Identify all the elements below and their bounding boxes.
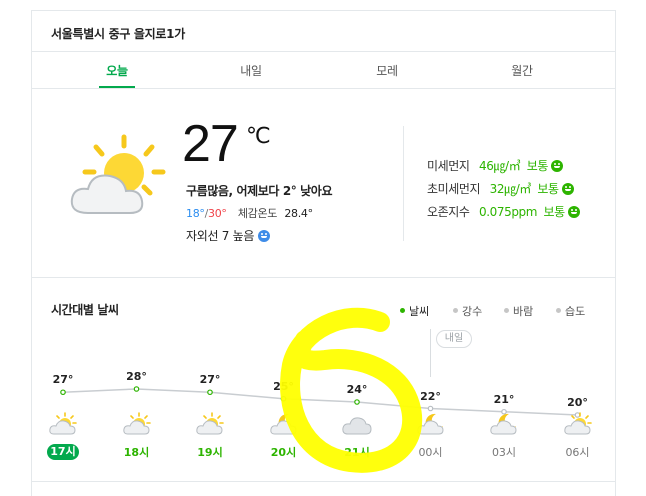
hour-temperature: 28° bbox=[126, 370, 147, 383]
hour-temperature: 24° bbox=[346, 383, 368, 396]
divider bbox=[32, 88, 615, 89]
hour-label[interactable]: 03시 bbox=[488, 444, 520, 460]
tab-tomorrow[interactable]: 내일 bbox=[211, 62, 291, 79]
feels-like-label: 체감온도 bbox=[237, 207, 278, 220]
max-temperature: 30° bbox=[208, 207, 227, 220]
sun-cloud-icon bbox=[122, 412, 152, 438]
current-hour-label[interactable]: 17시 bbox=[47, 444, 79, 460]
day-tabs: 오늘 내일 모레 월간 bbox=[32, 52, 615, 89]
air-row-ultrafine-dust[interactable]: 초미세먼지 32㎍/㎥ 보통 bbox=[427, 180, 575, 197]
min-temperature: 18° bbox=[186, 207, 205, 220]
sun-cloud-icon bbox=[48, 412, 78, 438]
neutral-face-icon bbox=[568, 206, 581, 218]
temperature-point bbox=[60, 389, 66, 396]
air-value: 46㎍/㎥ bbox=[478, 159, 521, 173]
legend-label: 날씨 bbox=[409, 305, 430, 318]
legend-dot bbox=[400, 308, 405, 313]
tomorrow-tag: 내일 bbox=[436, 330, 472, 348]
air-label: 오존지수 bbox=[427, 205, 470, 219]
neutral-face-icon bbox=[551, 160, 564, 172]
hour-label[interactable]: 19시 bbox=[194, 444, 226, 460]
feels-like-value: 28.4° bbox=[284, 207, 313, 220]
sun-cloud-icon bbox=[563, 412, 593, 438]
air-row-fine-dust[interactable]: 미세먼지 46㎍/㎥ 보통 bbox=[427, 157, 564, 174]
temperature-point bbox=[133, 386, 140, 392]
smile-face-icon bbox=[257, 230, 270, 242]
temperature-point bbox=[427, 405, 434, 412]
moon-cloud-icon bbox=[269, 412, 299, 438]
temperature-point bbox=[280, 395, 287, 402]
legend-label: 습도 bbox=[565, 305, 586, 318]
uv-text: 자외선 7 높음 bbox=[186, 229, 255, 243]
air-grade: 보통 bbox=[543, 205, 565, 219]
tab-day-after[interactable]: 모레 bbox=[347, 62, 427, 79]
divider bbox=[403, 126, 404, 241]
cloud-icon bbox=[342, 412, 372, 438]
legend-precipitation[interactable]: 강수 bbox=[453, 303, 482, 319]
temperature-point bbox=[207, 389, 213, 396]
air-row-ozone[interactable]: 오존지수 0.075ppm 보통 bbox=[427, 203, 581, 220]
hour-temperature: 20° bbox=[567, 396, 588, 409]
air-value: 0.075ppm bbox=[478, 205, 538, 219]
hour-label[interactable]: 21시 bbox=[341, 444, 373, 460]
tab-today[interactable]: 오늘 bbox=[77, 62, 157, 79]
moon-cloud-icon bbox=[416, 412, 446, 438]
legend-dot bbox=[453, 308, 458, 313]
air-grade: 보통 bbox=[526, 159, 549, 173]
temperature-unit: ℃ bbox=[246, 124, 271, 149]
sun-cloud-icon bbox=[70, 134, 166, 214]
divider bbox=[32, 277, 615, 278]
hour-temperature: 25° bbox=[273, 379, 294, 393]
hour-label[interactable]: 00시 bbox=[415, 444, 447, 460]
uv-index: 자외선 7 높음 bbox=[186, 227, 270, 244]
air-grade: 보통 bbox=[537, 182, 559, 196]
current-temperature: 27 bbox=[182, 115, 239, 173]
moon-cloud-icon bbox=[489, 412, 519, 438]
neutral-face-icon bbox=[562, 183, 575, 195]
weather-widget: 서울특별시 중구 을지로1가 오늘 내일 모레 월간 27 ℃ 구름많음, 어제… bbox=[31, 10, 616, 496]
hour-label[interactable]: 20시 bbox=[268, 444, 300, 460]
legend-dot bbox=[504, 308, 509, 313]
sun-cloud-icon bbox=[195, 412, 225, 438]
air-label: 초미세먼지 bbox=[427, 182, 481, 196]
legend-wind[interactable]: 바람 bbox=[504, 303, 533, 319]
legend-label: 강수 bbox=[462, 305, 483, 318]
tab-monthly[interactable]: 월간 bbox=[482, 62, 562, 79]
air-label: 미세먼지 bbox=[427, 159, 470, 173]
location-title[interactable]: 서울특별시 중구 을지로1가 bbox=[51, 25, 185, 42]
legend-weather[interactable]: 날씨 bbox=[400, 303, 429, 319]
hour-temperature: 21° bbox=[493, 392, 515, 406]
hour-label[interactable]: 06시 bbox=[562, 444, 594, 460]
legend-label: 바람 bbox=[513, 305, 534, 318]
hourly-title: 시간대별 날씨 bbox=[51, 303, 119, 317]
hourly-temperature-chart bbox=[60, 386, 581, 418]
legend-dot bbox=[556, 308, 561, 313]
hour-temperature: 22° bbox=[420, 389, 441, 403]
air-value: 32㎍/㎥ bbox=[489, 182, 532, 196]
min-max-temperature: 18°/30° 체감온도 28.4° bbox=[186, 205, 313, 221]
hour-label[interactable]: 18시 bbox=[121, 444, 153, 460]
legend-humidity[interactable]: 습도 bbox=[556, 303, 585, 319]
divider bbox=[32, 481, 615, 482]
temperature-point bbox=[354, 399, 360, 405]
weather-summary: 구름많음, 어제보다 2° 낮아요 bbox=[186, 184, 333, 198]
hour-temperature: 27° bbox=[199, 373, 221, 387]
hour-temperature: 27° bbox=[52, 373, 74, 387]
